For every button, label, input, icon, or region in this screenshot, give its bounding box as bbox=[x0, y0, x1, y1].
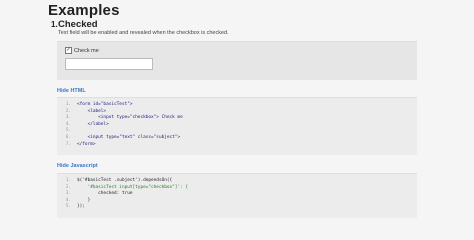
html-code-panel: 1. <form id="basicTest"> 2. <label> 3. <inp… bbox=[57, 97, 417, 155]
html-code-block: 1. <form id="basicTest"> 2. <label> 3. <inp… bbox=[61, 102, 183, 148]
code-text: <form id="basicTest"> bbox=[77, 102, 133, 107]
code-line: 5.}); bbox=[61, 204, 188, 211]
code-line: 6. <input type="text" class="subject"> bbox=[61, 135, 183, 142]
line-number: 3. bbox=[65, 191, 71, 197]
code-text: checked: true bbox=[77, 191, 133, 197]
line-number: 7. bbox=[65, 141, 71, 147]
page-title: Examples bbox=[48, 2, 120, 19]
checkbox-label-text: Check me bbox=[74, 47, 99, 54]
javascript-code-panel: 1. $('#basicTest .subject').dependsOn({2.… bbox=[57, 173, 417, 218]
example-description: Text field will be enabled and revealed … bbox=[58, 30, 229, 36]
line-number: 5. bbox=[65, 128, 71, 134]
code-line: 3. checked: true bbox=[61, 191, 188, 198]
code-line: 5. bbox=[61, 128, 183, 135]
hide-html-link[interactable]: Hide HTML bbox=[57, 88, 86, 94]
code-line: 4. </label> bbox=[61, 122, 183, 129]
line-number: 1. bbox=[65, 102, 71, 107]
check-me-checkbox[interactable]: ✓ bbox=[65, 47, 72, 54]
check-me-label[interactable]: ✓ Check me bbox=[65, 47, 99, 54]
code-text: </form> bbox=[77, 141, 96, 147]
code-line: 1. <form id="basicTest"> bbox=[61, 102, 183, 109]
code-text: $('#basicTest .subject').dependsOn({ bbox=[77, 178, 173, 183]
line-number: 6. bbox=[65, 134, 71, 140]
code-text: </label> bbox=[77, 121, 109, 127]
line-number: 5. bbox=[65, 204, 71, 210]
line-number: 1. bbox=[65, 178, 71, 183]
example-number: 1. bbox=[51, 20, 58, 29]
subject-input[interactable] bbox=[65, 58, 153, 70]
line-number: 3. bbox=[65, 115, 71, 121]
example-title: Checked bbox=[58, 19, 98, 30]
code-line: 1. $('#basicTest .subject').dependsOn({ bbox=[61, 178, 188, 185]
code-line: 7. </form> bbox=[61, 142, 183, 149]
code-text: }); bbox=[77, 204, 85, 210]
demo-panel: ✓ Check me bbox=[57, 41, 417, 80]
hide-javascript-link[interactable]: Hide Javascript bbox=[57, 163, 98, 169]
code-text: <input type="checkbox"> Check me bbox=[77, 115, 183, 121]
code-text: <input type="text" class="subject"> bbox=[77, 134, 181, 140]
examples-page: Examples 1. Checked Text field will be e… bbox=[0, 0, 474, 221]
code-line: 3. <input type="checkbox"> Check me bbox=[61, 115, 183, 122]
javascript-code-block: 1. $('#basicTest .subject').dependsOn({2.… bbox=[61, 178, 188, 211]
